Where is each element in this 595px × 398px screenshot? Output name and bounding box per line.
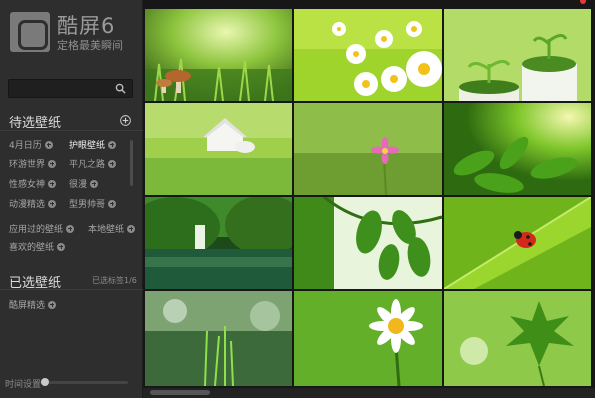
add-circle-icon[interactable] bbox=[108, 140, 117, 149]
add-circle-icon[interactable] bbox=[48, 199, 57, 208]
grass-blades-bokeh-image bbox=[145, 291, 292, 386]
add-circle-icon[interactable] bbox=[44, 140, 53, 149]
category-label: 护眼壁纸 bbox=[69, 141, 106, 151]
white-daisies-image bbox=[294, 9, 442, 101]
category-label: 酷屏精选 bbox=[9, 301, 46, 311]
app-logo-icon bbox=[10, 12, 50, 52]
add-circle-icon[interactable] bbox=[57, 242, 66, 251]
category-item[interactable]: 平凡之路 bbox=[69, 157, 117, 170]
wallpaper-thumb[interactable] bbox=[294, 197, 442, 289]
time-setting-label: 时间设置 bbox=[5, 380, 42, 390]
horizontal-scrollbar[interactable] bbox=[143, 388, 595, 398]
white-daisy-image bbox=[294, 291, 442, 386]
applied-wallpapers-item[interactable]: 应用过的壁纸 bbox=[9, 222, 75, 235]
mushrooms-in-grass-image bbox=[145, 9, 292, 101]
time-slider-track[interactable] bbox=[40, 381, 128, 384]
app-logo: 酷屏6 定格最美瞬间 bbox=[10, 10, 132, 54]
add-circle-icon[interactable] bbox=[108, 159, 117, 168]
category-item-active[interactable]: 护眼壁纸 bbox=[69, 138, 117, 151]
category-scrollbar[interactable] bbox=[130, 140, 133, 186]
category-item[interactable]: 4月日历 bbox=[9, 138, 53, 151]
green-vine-leaves-image bbox=[294, 197, 442, 289]
wallpaper-thumb[interactable] bbox=[444, 103, 591, 195]
wallpaper-thumb[interactable] bbox=[444, 9, 591, 101]
add-circle-icon[interactable] bbox=[108, 199, 117, 208]
wallpaper-thumb[interactable] bbox=[294, 103, 442, 195]
add-circle-icon[interactable] bbox=[90, 179, 99, 188]
pink-flower-in-grass-image bbox=[294, 103, 442, 195]
category-label: 动漫精选 bbox=[9, 200, 46, 210]
wallpaper-thumb[interactable] bbox=[294, 291, 442, 386]
wallpaper-thumb[interactable] bbox=[294, 9, 442, 101]
category-label: 4月日历 bbox=[9, 141, 42, 151]
add-circle-icon[interactable] bbox=[48, 179, 57, 188]
selected-count: 已选标签1/6 bbox=[92, 276, 137, 285]
wallpaper-thumb[interactable] bbox=[444, 197, 591, 289]
waterfall-forest-lake-image bbox=[145, 197, 292, 289]
maple-leaves-image bbox=[444, 291, 591, 386]
local-wallpapers-item[interactable]: 本地壁纸 bbox=[88, 222, 136, 235]
category-label: 喜欢的壁纸 bbox=[9, 243, 55, 253]
category-item[interactable]: 很漫 bbox=[69, 177, 99, 190]
category-label: 环游世界 bbox=[9, 160, 46, 170]
add-category-icon[interactable] bbox=[120, 115, 131, 126]
wallpaper-thumb[interactable] bbox=[145, 9, 292, 101]
pending-wallpapers-title: 待选壁纸 bbox=[9, 116, 62, 131]
wallpaper-thumb[interactable] bbox=[145, 103, 292, 195]
sidebar: 酷屏6 定格最美瞬间 待选壁纸 4月日历 护眼壁纸 环游世界 平凡之路 性感女神… bbox=[0, 0, 143, 398]
liked-wallpapers-item[interactable]: 喜欢的壁纸 bbox=[9, 240, 66, 253]
sprouts-in-pots-image bbox=[444, 9, 591, 101]
green-tea-leaves-image bbox=[444, 103, 591, 195]
category-item[interactable]: 环游世界 bbox=[9, 157, 57, 170]
wallpaper-thumb[interactable] bbox=[145, 197, 292, 289]
time-slider-handle[interactable] bbox=[41, 378, 49, 386]
app-subtitle: 定格最美瞬间 bbox=[57, 39, 123, 52]
category-label: 很漫 bbox=[69, 180, 88, 190]
add-circle-icon[interactable] bbox=[48, 159, 57, 168]
add-circle-icon[interactable] bbox=[127, 224, 136, 233]
category-label: 本地壁纸 bbox=[88, 225, 125, 235]
category-label: 平凡之路 bbox=[69, 160, 106, 170]
search-input[interactable] bbox=[13, 81, 113, 96]
category-item[interactable]: 动漫精选 bbox=[9, 197, 57, 210]
horizontal-scrollbar-thumb[interactable] bbox=[150, 390, 210, 395]
wallpaper-thumb[interactable] bbox=[145, 291, 292, 386]
add-circle-icon[interactable] bbox=[48, 300, 57, 309]
section-divider bbox=[0, 130, 143, 131]
app-title: 酷屏6 bbox=[57, 14, 116, 38]
search-box[interactable] bbox=[8, 79, 133, 98]
little-white-house-on-grass-image bbox=[145, 103, 292, 195]
section-divider bbox=[0, 289, 143, 290]
category-item[interactable]: 性感女神 bbox=[9, 177, 57, 190]
category-item[interactable]: 型男帅哥 bbox=[69, 197, 117, 210]
ladybug-on-leaf-image bbox=[444, 197, 591, 289]
search-icon[interactable] bbox=[115, 83, 126, 94]
category-label: 型男帅哥 bbox=[69, 200, 106, 210]
category-label: 应用过的壁纸 bbox=[9, 225, 64, 235]
wallpaper-thumb[interactable] bbox=[444, 291, 591, 386]
category-label: 性感女神 bbox=[9, 180, 46, 190]
selected-item[interactable]: 酷屏精选 bbox=[9, 298, 57, 311]
add-circle-icon[interactable] bbox=[66, 224, 75, 233]
